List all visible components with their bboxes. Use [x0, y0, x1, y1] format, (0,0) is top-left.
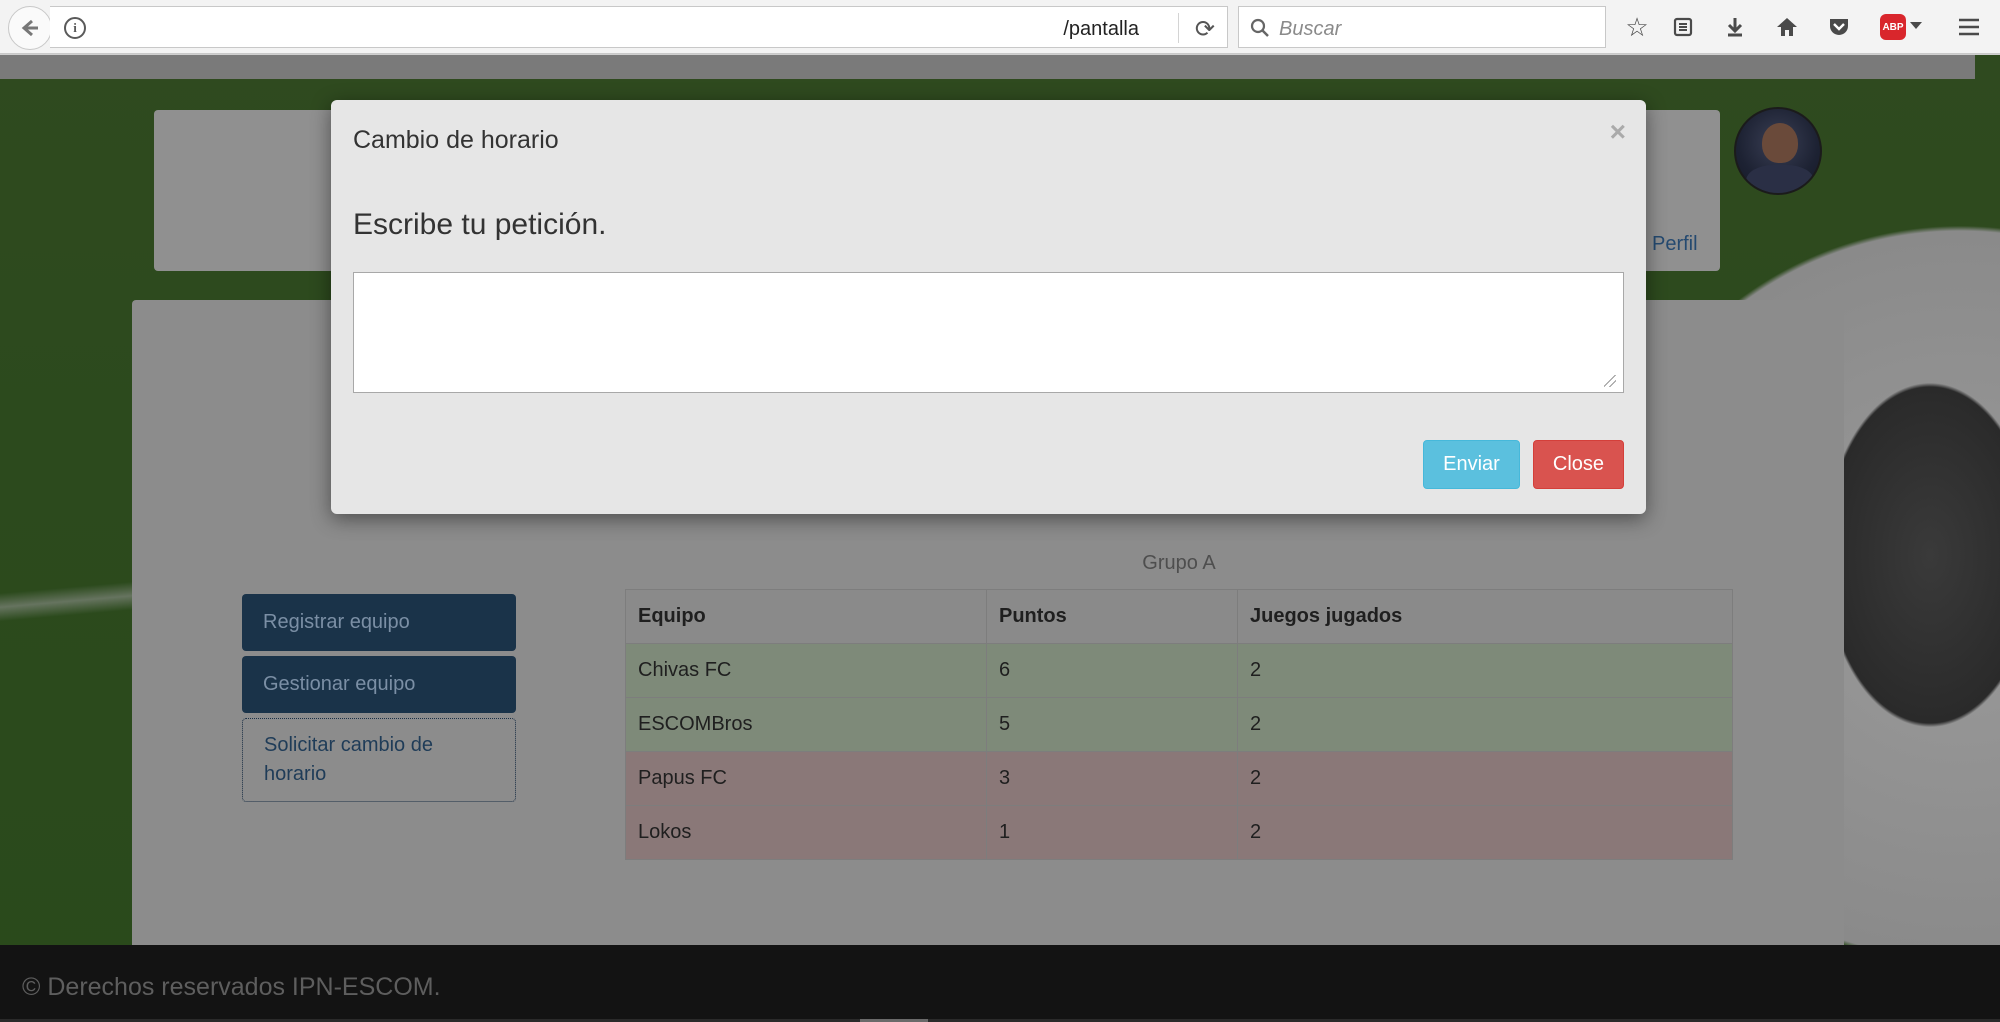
- search-bar[interactable]: Buscar: [1238, 6, 1606, 48]
- home-icon[interactable]: [1772, 12, 1802, 42]
- modal-close-icon[interactable]: ×: [1610, 118, 1626, 146]
- reading-list-icon[interactable]: [1668, 12, 1698, 42]
- request-textarea[interactable]: [353, 272, 1624, 393]
- modal-title: Cambio de horario: [353, 126, 559, 154]
- reload-icon[interactable]: ⟳: [1195, 15, 1215, 44]
- url-bar[interactable]: i /pantalla ⟳: [50, 6, 1228, 48]
- modal-prompt: Escribe tu petición.: [353, 208, 607, 241]
- footer: © Derechos reservados IPN-ESCOM.: [0, 945, 2000, 1022]
- adblock-plus-icon[interactable]: ABP: [1880, 14, 1906, 40]
- url-text[interactable]: /pantalla: [1063, 18, 1139, 41]
- back-arrow-icon: [21, 19, 38, 37]
- schedule-change-modal: Cambio de horario × Escribe tu petición.…: [331, 100, 1646, 514]
- search-icon: [1250, 18, 1269, 37]
- search-placeholder: Buscar: [1279, 18, 1342, 40]
- url-divider: [1178, 13, 1179, 43]
- resize-grip-icon[interactable]: [1604, 375, 1616, 387]
- download-icon[interactable]: [1720, 12, 1750, 42]
- send-button[interactable]: Enviar: [1423, 440, 1520, 489]
- hamburger-menu-icon[interactable]: [1954, 12, 1984, 42]
- bookmark-star-icon[interactable]: ☆: [1622, 12, 1652, 42]
- adblock-dropdown-icon[interactable]: [1910, 22, 1922, 29]
- close-button[interactable]: Close: [1533, 440, 1624, 489]
- pocket-icon[interactable]: [1824, 12, 1854, 42]
- back-button[interactable]: [8, 6, 52, 50]
- footer-copyright: © Derechos reservados IPN-ESCOM.: [22, 973, 441, 1001]
- info-icon[interactable]: i: [64, 17, 86, 39]
- browser-toolbar: i /pantalla ⟳ Buscar ☆ ABP: [0, 0, 2000, 54]
